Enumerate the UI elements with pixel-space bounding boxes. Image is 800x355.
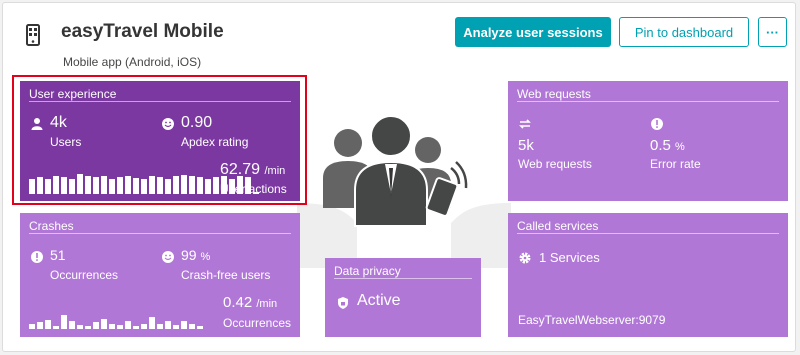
sparkline-bar (85, 326, 91, 329)
sparkline-bar (109, 179, 115, 194)
sparkline-bar (141, 324, 147, 329)
tile-title: User experience (29, 87, 117, 101)
tile-title: Data privacy (334, 264, 401, 278)
pin-to-dashboard-button[interactable]: Pin to dashboard (619, 17, 749, 47)
user-actions-label: User actions (220, 182, 287, 196)
tile-title: Called services (517, 219, 599, 233)
web-requests-tile[interactable]: Web requests 5k Web requests 0.5 % Error… (508, 81, 788, 201)
sparkline-bar (125, 321, 131, 329)
divider (517, 101, 779, 102)
users-value: 4k (50, 114, 67, 131)
tile-title: Crashes (29, 219, 74, 233)
sparkline-bar (37, 322, 43, 329)
web-requests-value: 5k (518, 137, 534, 154)
apdex-value: 0.90 (181, 114, 213, 131)
sparkline-bar (37, 177, 43, 194)
sparkline-bar (197, 177, 203, 194)
sparkline-bar (141, 179, 147, 194)
exclamation-icon (31, 251, 43, 263)
web-requests-label: Web requests (518, 157, 592, 171)
sparkline-bar (45, 320, 51, 329)
user-icon (31, 118, 43, 130)
sparkline-bar (53, 176, 59, 194)
sparkline-bar (69, 179, 75, 194)
shield-icon (338, 297, 348, 309)
sparkline-bar (117, 325, 123, 329)
sparkline-bar (53, 326, 59, 329)
services-count: 1 Services (539, 250, 600, 265)
sparkline-bar (189, 324, 195, 329)
sparkline-bar (61, 315, 67, 329)
sparkline-bar (173, 325, 179, 329)
users-group-icon (323, 115, 468, 227)
sparkline-bar (93, 322, 99, 329)
mobile-app-icon (26, 24, 40, 46)
sparkline-bar (69, 321, 75, 329)
sparkline-bar (45, 179, 51, 194)
sparkline-bar (77, 174, 83, 194)
sparkline-bar (117, 177, 123, 194)
smiley-icon (162, 251, 174, 263)
user-experience-tile[interactable]: User experience 4k Users 0.90 Apdex rati… (20, 81, 300, 201)
exclamation-icon (651, 118, 663, 130)
sparkline-bar (157, 324, 163, 329)
sparkline-bar (165, 179, 171, 194)
sparkline-bar (125, 176, 131, 194)
sparkline-bar (85, 176, 91, 194)
apdex-label: Apdex rating (181, 135, 249, 149)
page-subtitle: Mobile app (Android, iOS) (63, 55, 202, 69)
sparkline-bar (149, 176, 155, 194)
sparkline-bar (205, 179, 211, 194)
sparkline-bar (101, 176, 107, 194)
crashes-sparkline (29, 303, 203, 329)
data-privacy-tile[interactable]: Data privacy Active (325, 258, 481, 337)
sparkline-bar (29, 324, 35, 329)
service-link[interactable]: EasyTravelWebserver:9079 (518, 313, 665, 327)
error-rate-value: 0.5 % (650, 137, 685, 154)
sparkline-bar (189, 176, 195, 194)
sparkline-bar (101, 319, 107, 329)
sparkline-bar (109, 324, 115, 329)
crash-free-value: 99 % (181, 247, 211, 263)
sparkline-bar (61, 177, 67, 194)
page-title: easyTravel Mobile (61, 21, 224, 42)
analyze-user-sessions-button[interactable]: Analyze user sessions (455, 17, 611, 47)
crash-occurrences-label: Occurrences (50, 268, 119, 282)
user-actions-value: 62.79 /min (220, 161, 286, 178)
sparkline-bar (133, 326, 139, 329)
called-services-tile[interactable]: Called services 1 Services EasyTravelWeb… (508, 213, 788, 337)
divider (517, 233, 779, 234)
crash-free-label: Crash-free users (181, 268, 271, 282)
privacy-status: Active (357, 292, 401, 309)
sparkline-bar (165, 321, 171, 329)
divider (29, 101, 291, 102)
sparkline-bar (77, 325, 83, 329)
users-label: Users (50, 135, 82, 149)
smiley-icon (162, 118, 174, 130)
sparkline-bar (149, 317, 155, 329)
crash-occurrences-value: 51 (50, 247, 66, 263)
sparkline-bar (29, 179, 35, 194)
crash-rate-label: Occurrences (223, 316, 292, 330)
divider (29, 233, 291, 234)
divider (334, 278, 472, 279)
tile-title: Web requests (517, 87, 591, 101)
sparkline-bar (197, 326, 203, 329)
sparkline-bar (213, 177, 219, 194)
sparkline-bar (181, 321, 187, 329)
sparkline-bar (133, 178, 139, 194)
arrows-icon (519, 119, 531, 129)
gear-icon (519, 252, 531, 264)
sparkline-bar (157, 177, 163, 194)
sparkline-bar (93, 177, 99, 194)
app-overview-card: easyTravel Mobile Mobile app (Android, i… (2, 2, 796, 352)
error-rate-label: Error rate (650, 157, 701, 171)
sparkline-bar (173, 176, 179, 194)
crashes-tile[interactable]: Crashes 51 Occurrences 99 % Crash-free u… (20, 213, 300, 337)
more-options-button[interactable]: ··· (758, 17, 787, 47)
crash-rate-value: 0.42 /min (223, 294, 278, 311)
sparkline-bar (181, 175, 187, 194)
